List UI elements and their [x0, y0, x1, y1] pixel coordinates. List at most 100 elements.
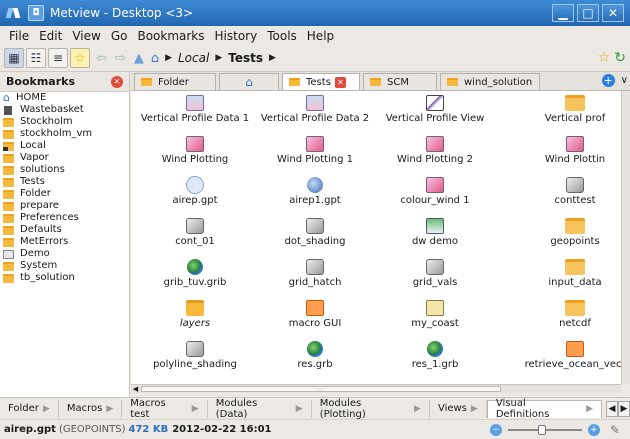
icon-view-icon[interactable]: ▦	[4, 48, 24, 68]
folder-item-label: Vertical prof	[544, 113, 606, 124]
folder-item[interactable]: dw demo	[375, 218, 495, 247]
tab-tests[interactable]: Tests ✕	[282, 73, 360, 90]
bookmark-tests[interactable]: Tests	[0, 176, 129, 188]
bookmark-prepare[interactable]: prepare	[0, 200, 129, 212]
folder-item[interactable]: Vertical prof	[515, 95, 621, 124]
menu-bookmarks[interactable]: Bookmarks	[137, 29, 204, 43]
folder-item[interactable]: layers	[135, 300, 255, 329]
maximize-button[interactable]: □	[577, 4, 599, 22]
folder-item[interactable]: airep1.gpt	[255, 177, 375, 206]
trash-icon	[4, 105, 12, 115]
zoom-in-icon[interactable]: +	[587, 424, 600, 436]
bookmark-star-icon[interactable]: ☆	[70, 48, 90, 68]
folder-item[interactable]: Wind Plottin	[515, 136, 621, 165]
folder-item[interactable]: input_data	[515, 259, 621, 288]
horizontal-scrollbar[interactable]: ◀ ::::	[131, 384, 621, 394]
menu-edit[interactable]: Edit	[39, 29, 62, 43]
slider-track[interactable]	[507, 425, 582, 435]
menu-go[interactable]: Go	[111, 29, 128, 43]
drawer-scroll-right-icon[interactable]: ▶	[618, 400, 630, 417]
bookmark-meterrors[interactable]: MetErrors	[0, 236, 129, 248]
slider-knob[interactable]	[537, 425, 546, 435]
window-menu-icon[interactable]: ◘	[28, 5, 44, 21]
tab-list-chevron-icon[interactable]: ∨	[621, 75, 628, 86]
zoom-out-icon[interactable]: −	[489, 424, 502, 436]
close-window-button[interactable]: ✕	[602, 4, 624, 22]
bookmark-defaults[interactable]: Defaults	[0, 224, 129, 236]
folder-item[interactable]: cont_01	[135, 218, 255, 247]
bookmark-demo[interactable]: Demo	[0, 248, 129, 260]
folder-item[interactable]: conttest	[515, 177, 621, 206]
drawer-tab-macros[interactable]: Macros ▶	[59, 399, 123, 418]
menu-help[interactable]: Help	[307, 29, 334, 43]
folder-item[interactable]: colour_wind 1	[375, 177, 495, 206]
minimize-button[interactable]: ▁	[552, 4, 574, 22]
menu-file[interactable]: File	[9, 29, 29, 43]
folder-item[interactable]: dot_shading	[255, 218, 375, 247]
folder-item[interactable]: polyline_shading	[135, 341, 255, 370]
tab-scm[interactable]: SCM	[363, 73, 437, 90]
folder-item[interactable]: Wind Plotting 1	[255, 136, 375, 165]
list-view-icon[interactable]: ≡	[48, 48, 68, 68]
favourite-star-icon[interactable]: ☆	[598, 50, 611, 66]
detailed-view-icon[interactable]: ☷	[26, 48, 46, 68]
folder-item[interactable]: my_coast	[375, 300, 495, 329]
menu-tools[interactable]: Tools	[267, 29, 297, 43]
folder-item[interactable]: Vertical Profile View	[375, 95, 495, 124]
breadcrumb-more-icon[interactable]: ▶	[269, 53, 276, 63]
bookmark-system[interactable]: System	[0, 260, 129, 272]
folder-item[interactable]: macro GUI	[255, 300, 375, 329]
vertical-scrollbar[interactable]	[621, 91, 630, 384]
folder-item[interactable]: res_1.grb	[375, 341, 495, 370]
folder-item[interactable]: res.grb	[255, 341, 375, 370]
breadcrumb-tests[interactable]: Tests	[228, 51, 263, 65]
bookmark-vapor[interactable]: Vapor	[0, 152, 129, 164]
drawer-scroll-left-icon[interactable]: ◀	[606, 400, 618, 417]
tab-wind-solution[interactable]: wind_solution	[440, 73, 540, 90]
tab-home[interactable]: ⌂	[219, 73, 279, 90]
folder-item[interactable]: airep.gpt	[135, 176, 255, 206]
folder-item[interactable]: netcdf	[515, 300, 621, 329]
forward-arrow-icon[interactable]: ⇨	[115, 51, 126, 66]
bookmark-preferences[interactable]: Preferences	[0, 212, 129, 224]
bookmark-local[interactable]: Local	[0, 140, 129, 152]
drawer-tab-visual-definitions[interactable]: Visual Definitions ▶	[486, 398, 602, 420]
close-tab-icon[interactable]: ✕	[334, 76, 346, 88]
drawer-tab-views[interactable]: Views ▶	[430, 399, 487, 418]
folder-item[interactable]: Vertical Profile Data 2	[255, 95, 375, 124]
folder-item[interactable]: Vertical Profile Data 1	[135, 95, 255, 124]
folder-item[interactable]: Wind Plotting	[135, 136, 255, 165]
folder-item[interactable]: grid_hatch	[255, 259, 375, 288]
menu-history[interactable]: History	[215, 29, 258, 43]
bookmark-stockholm-vm[interactable]: stockholm_vm	[0, 128, 129, 140]
close-sidebar-icon[interactable]: ✕	[111, 75, 123, 88]
back-arrow-icon[interactable]: ⇦	[96, 51, 107, 66]
drawer-tab-modules-plotting[interactable]: Modules (Plotting) ▶	[312, 398, 430, 420]
drawer-tab-macros-test[interactable]: Macros test ▶	[122, 398, 208, 420]
new-tab-icon[interactable]: +	[601, 74, 615, 87]
menu-view[interactable]: View	[72, 29, 100, 43]
bookmark-stockholm[interactable]: Stockholm	[0, 116, 129, 128]
breadcrumb-local[interactable]: Local	[178, 51, 209, 65]
bookmark-home[interactable]: ⌂ HOME	[0, 92, 129, 104]
folder-item[interactable]: grid_vals	[375, 259, 495, 288]
drawer-tab-folder[interactable]: Folder ▶	[0, 399, 59, 418]
bookmark-wastebasket[interactable]: Wastebasket	[0, 104, 129, 116]
tab-folder[interactable]: Folder	[134, 73, 216, 90]
folder-item[interactable]: geopoints	[515, 218, 621, 247]
bookmark-solutions[interactable]: solutions	[0, 164, 129, 176]
folder-item-label: res_1.grb	[411, 359, 459, 370]
home-icon[interactable]: ⌂	[151, 51, 159, 66]
folder-icon	[3, 273, 14, 283]
scroll-left-icon[interactable]: ◀	[131, 385, 140, 394]
wrench-icon[interactable]: ✎	[610, 423, 620, 437]
up-arrow-icon[interactable]: ▲	[134, 51, 144, 66]
bookmark-tb-solution[interactable]: tb_solution	[0, 272, 129, 284]
bookmark-folder[interactable]: Folder	[0, 188, 129, 200]
folder-item[interactable]: retrieve_ocean_vect	[515, 341, 621, 370]
reload-icon[interactable]: ↻	[614, 50, 626, 66]
folder-item[interactable]: grib_tuv.grib	[135, 259, 255, 288]
drawer-tab-modules-data[interactable]: Modules (Data) ▶	[208, 398, 312, 420]
icon-size-slider[interactable]: − + ✎	[489, 423, 620, 437]
folder-item[interactable]: Wind Plotting 2	[375, 136, 495, 165]
